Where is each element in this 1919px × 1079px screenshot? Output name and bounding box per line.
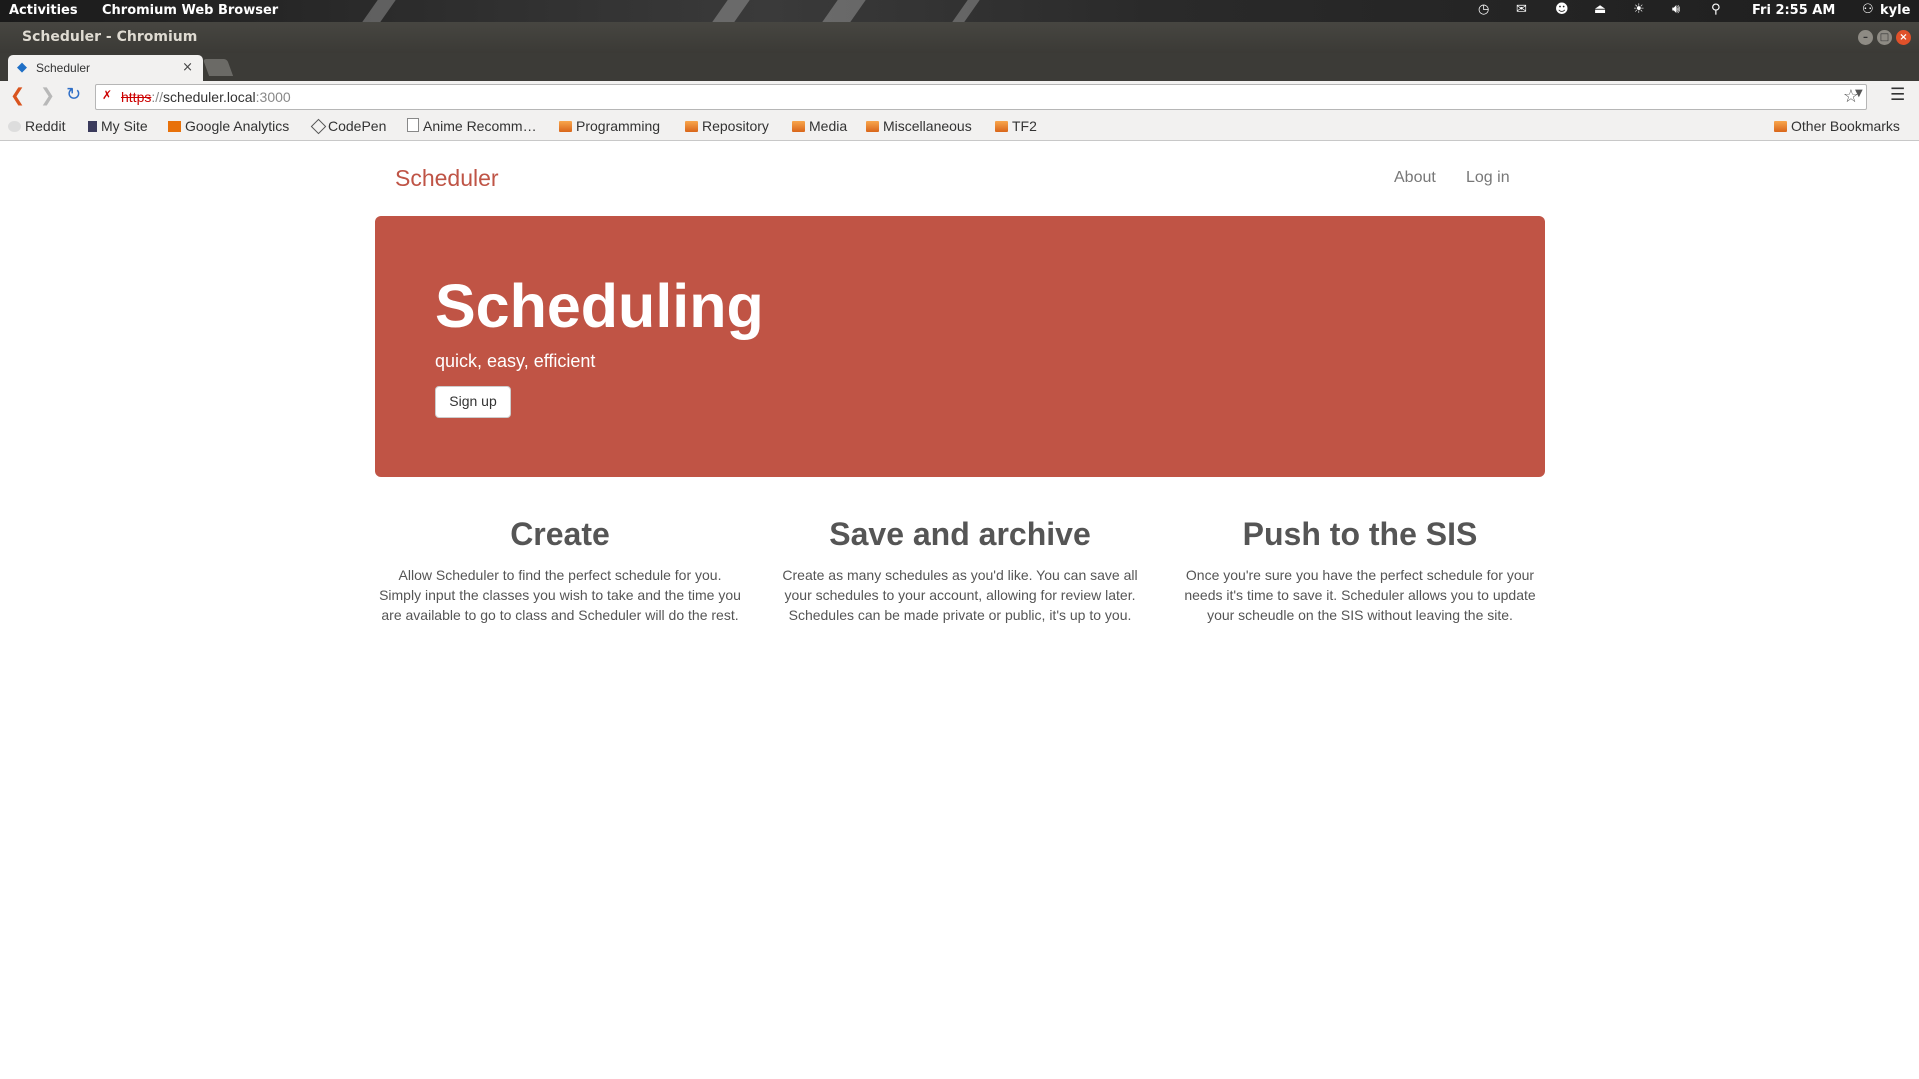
user-menu[interactable]: kyle [1880,3,1910,18]
feature-description: Create as many schedules as you'd like. … [782,567,1138,623]
feature-description: Allow Scheduler to find the perfect sche… [379,567,741,623]
chat-icon[interactable]: ☻ [1555,2,1569,17]
codepen-icon [310,118,327,135]
insecure-lock-icon[interactable]: ✗ [102,88,116,104]
folder-icon [866,121,879,132]
window-title-bar[interactable]: Scheduler - Chromium – □ × [0,22,1919,53]
web-page: Scheduler About Log in Scheduling quick,… [0,141,1919,1079]
reddit-icon [8,121,21,132]
mail-icon[interactable]: ✉ [1516,2,1527,17]
tab-title: Scheduler [36,61,91,75]
folder-icon [792,121,805,132]
bookmark-folder-media[interactable]: Media [792,118,847,134]
hero-banner: Scheduling quick, easy, efficient Sign u… [375,216,1545,477]
activities-button[interactable]: Activities [9,3,78,18]
scheduler-favicon-icon: ◆ [17,60,27,75]
volume-icon[interactable]: 🔊︎ [1672,2,1680,17]
tab-strip: ◆ Scheduler × [0,53,1919,81]
new-tab-button[interactable] [202,59,234,76]
bookmark-folder-tf2[interactable]: TF2 [995,118,1037,134]
address-bar[interactable]: ✗ https://scheduler.local:3000 ☆ [95,84,1867,110]
bookmark-google-analytics[interactable]: Google Analytics [168,118,289,134]
eject-icon[interactable]: ⏏ [1594,2,1606,17]
feature-title: Push to the SIS [1242,516,1478,552]
forward-button[interactable]: ❯ [40,85,55,106]
system-top-bar: Activities Chromium Web Browser ◷ ✉ ☻ ⏏ … [0,0,1919,22]
app-menu[interactable]: Chromium Web Browser [102,3,278,18]
bookmark-folder-miscellaneous[interactable]: Miscellaneous [866,118,972,134]
bookmark-my-site[interactable]: My Site [88,118,148,134]
feature-create: Create Allow Scheduler to find the perfe… [375,516,745,625]
user-icon: ⚇ [1862,2,1874,17]
bookmark-anime[interactable]: Anime Recomm… [407,118,537,134]
clock-icon[interactable]: ◷ [1478,2,1489,17]
minimize-button[interactable]: – [1858,30,1873,45]
back-button[interactable]: ❮ [10,85,25,106]
folder-icon [1774,121,1787,132]
power-icon[interactable]: ⚲ [1711,2,1721,17]
site-brand-link[interactable]: Scheduler [395,165,499,192]
nav-login-link[interactable]: Log in [1466,169,1510,187]
bookmark-folder-repository[interactable]: Repository [685,118,769,134]
url-text[interactable]: https://scheduler.local:3000 [121,89,291,105]
analytics-icon [168,121,181,132]
clock[interactable]: Fri 2:55 AM [1752,3,1835,18]
folder-icon [559,121,572,132]
folder-icon [995,121,1008,132]
chevron-down-icon[interactable]: ▼ [1855,88,1863,99]
feature-title: Create [510,516,610,552]
page-icon [407,118,419,132]
url-port: :3000 [255,89,291,105]
url-scheme: https [121,89,152,105]
tab-scheduler[interactable]: ◆ Scheduler × [8,55,203,81]
feature-save-archive: Save and archive Create as many schedule… [775,516,1145,625]
hero-title: Scheduling [435,272,764,340]
folder-icon [685,121,698,132]
menu-icon[interactable]: ☰ [1890,85,1905,105]
browser-toolbar: ❮ ❯ ↻ ✗ https://scheduler.local:3000 ☆ ▼… [0,81,1919,112]
nav-about-link[interactable]: About [1394,169,1436,187]
hero-tagline: quick, easy, efficient [435,351,596,371]
bookmarks-bar: Reddit My Site Google Analytics CodePen … [0,112,1919,141]
url-separator: :// [151,89,164,105]
bookmark-reddit[interactable]: Reddit [8,118,65,134]
close-window-button[interactable]: × [1896,30,1911,45]
reload-button[interactable]: ↻ [66,84,81,105]
maximize-button[interactable]: □ [1877,30,1892,45]
site-icon [88,121,97,132]
window-title: Scheduler - Chromium [22,29,198,45]
bookmark-folder-programming[interactable]: Programming [559,118,660,134]
bookmark-codepen[interactable]: CodePen [310,118,386,135]
brightness-icon[interactable]: ☀ [1633,2,1645,17]
url-host: scheduler.local [163,89,256,105]
feature-description: Once you're sure you have the perfect sc… [1184,567,1536,623]
other-bookmarks[interactable]: Other Bookmarks [1774,118,1900,134]
signup-button[interactable]: Sign up [435,386,511,418]
close-tab-icon[interactable]: × [182,60,193,75]
feature-title: Save and archive [829,516,1091,552]
feature-push-sis: Push to the SIS Once you're sure you hav… [1175,516,1545,625]
